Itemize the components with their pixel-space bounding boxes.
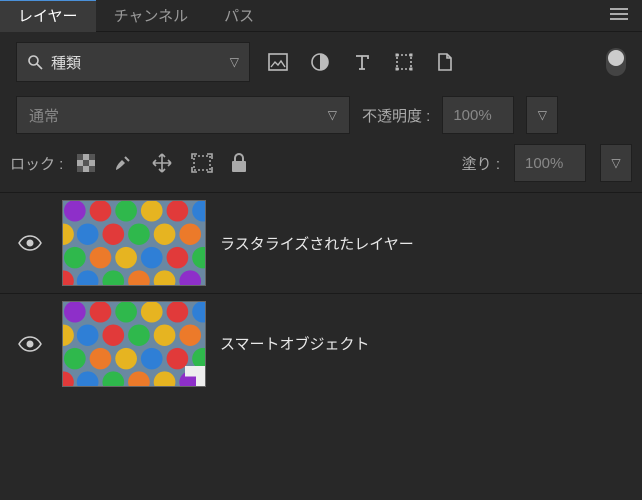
layer-name[interactable]: ラスタライズされたレイヤー — [220, 233, 414, 254]
fill-label: 塗り : — [462, 153, 500, 174]
layer-name[interactable]: スマートオブジェクト — [220, 333, 370, 354]
filter-smartobject-icon[interactable] — [436, 52, 454, 72]
lock-all-icon[interactable] — [231, 153, 247, 173]
search-icon — [27, 54, 43, 70]
filter-shape-icon[interactable] — [394, 52, 414, 72]
panel-menu-icon[interactable] — [596, 7, 642, 24]
blend-mode-value: 通常 — [29, 105, 59, 126]
fill-input[interactable]: 100% — [514, 144, 586, 182]
lock-pixels-icon[interactable] — [113, 153, 133, 173]
visibility-toggle[interactable] — [12, 235, 48, 251]
opacity-dropdown[interactable]: ▽ — [526, 96, 558, 134]
chevron-down-icon: ▽ — [328, 108, 337, 122]
layer-thumbnail[interactable] — [62, 301, 206, 387]
opacity-label: 不透明度 : — [362, 105, 430, 126]
blend-mode-select[interactable]: 通常 ▽ — [16, 96, 350, 134]
opacity-input[interactable]: 100% — [442, 96, 514, 134]
layer-row[interactable]: ラスタライズされたレイヤー — [0, 193, 642, 293]
layer-filter-select[interactable]: 種類 ▽ — [16, 42, 250, 82]
fill-dropdown[interactable]: ▽ — [600, 144, 632, 182]
filter-type-icon[interactable] — [352, 52, 372, 72]
lock-transparency-icon[interactable] — [77, 154, 95, 172]
filter-pixel-icon[interactable] — [268, 53, 288, 71]
layer-thumbnail[interactable] — [62, 200, 206, 286]
lock-artboard-icon[interactable] — [191, 153, 213, 173]
filter-toggle[interactable] — [606, 48, 626, 76]
filter-kind-label: 種類 — [51, 52, 222, 73]
visibility-toggle[interactable] — [12, 336, 48, 352]
layer-row[interactable]: スマートオブジェクト — [0, 293, 642, 393]
tab-paths[interactable]: パス — [206, 0, 272, 32]
lock-position-icon[interactable] — [151, 152, 173, 174]
chevron-down-icon: ▽ — [230, 55, 239, 69]
filter-adjustment-icon[interactable] — [310, 52, 330, 72]
lock-label: ロック : — [10, 153, 63, 174]
tab-channels[interactable]: チャンネル — [96, 0, 207, 32]
tab-layers[interactable]: レイヤー — [0, 0, 96, 32]
layers-list: ラスタライズされたレイヤー スマートオブジェクト — [0, 192, 642, 393]
